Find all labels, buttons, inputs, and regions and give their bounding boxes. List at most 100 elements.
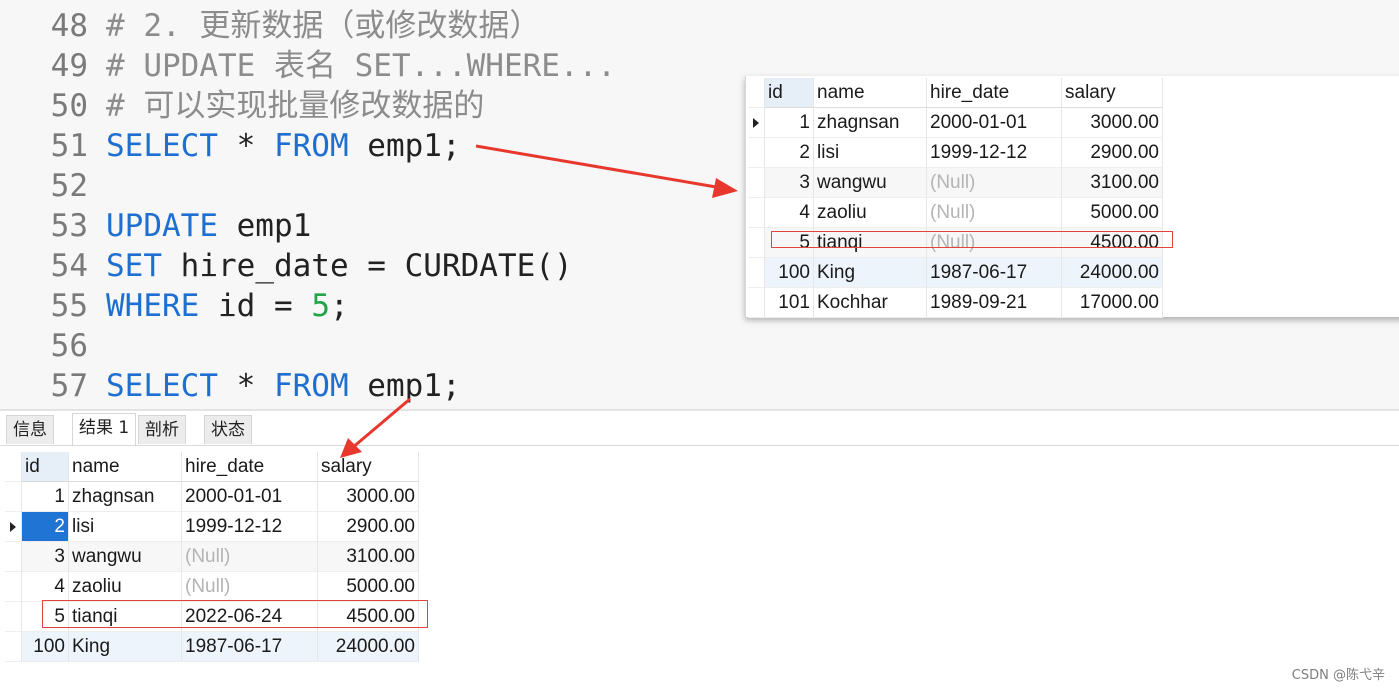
cell-name[interactable]: Kochhar bbox=[814, 288, 927, 318]
sql-keyword: SET bbox=[106, 248, 162, 284]
cell-hire-date[interactable]: 2022-06-24 bbox=[182, 602, 318, 632]
cell-name[interactable]: lisi bbox=[69, 512, 182, 542]
code-line[interactable]: 54 SET hire_date = CURDATE() bbox=[0, 246, 573, 286]
column-header-salary[interactable]: salary bbox=[1062, 78, 1163, 108]
column-header-id[interactable]: id bbox=[765, 78, 814, 108]
watermark: CSDN @陈弋辛 bbox=[1291, 668, 1385, 683]
line-number: 56 bbox=[50, 328, 88, 364]
cell-salary[interactable]: 5000.00 bbox=[318, 572, 419, 602]
cell-salary[interactable]: 2900.00 bbox=[1062, 138, 1163, 168]
code-line[interactable]: 56 bbox=[0, 326, 88, 366]
code-text[interactable]: SET hire_date = CURDATE() bbox=[106, 246, 573, 286]
cell-name[interactable]: wangwu bbox=[69, 542, 182, 572]
cell-hire-date[interactable]: (Null) bbox=[927, 228, 1062, 258]
code-line[interactable]: 53 UPDATE emp1 bbox=[0, 206, 312, 246]
cell-id[interactable]: 4 bbox=[22, 572, 69, 602]
line-number: 53 bbox=[50, 208, 88, 244]
cell-id[interactable]: 100 bbox=[22, 632, 69, 662]
cell-salary[interactable]: 5000.00 bbox=[1062, 198, 1163, 228]
cell-id[interactable]: 5 bbox=[765, 228, 814, 258]
cell-id[interactable]: 3 bbox=[765, 168, 814, 198]
sql-keyword: UPDATE bbox=[106, 208, 218, 244]
code-text[interactable]: # 可以实现批量修改数据的 bbox=[106, 86, 484, 126]
row-indicator bbox=[5, 632, 22, 662]
code-line[interactable]: 52 bbox=[0, 166, 88, 206]
tab-status[interactable]: 状态 bbox=[204, 415, 252, 444]
tab-result-1[interactable]: 结果 1 bbox=[72, 413, 137, 445]
cell-name[interactable]: zaoliu bbox=[69, 572, 182, 602]
cell-id[interactable]: 101 bbox=[765, 288, 814, 318]
cell-name[interactable]: tianqi bbox=[814, 228, 927, 258]
cell-salary[interactable]: 4500.00 bbox=[1062, 228, 1163, 258]
row-indicator bbox=[5, 482, 22, 512]
cell-id[interactable]: 1 bbox=[765, 108, 814, 138]
column-header-name[interactable]: name bbox=[69, 452, 182, 482]
column-header-salary[interactable]: salary bbox=[318, 452, 419, 482]
code-text[interactable]: # UPDATE 表名 SET...WHERE... bbox=[106, 46, 616, 86]
cell-salary[interactable]: 24000.00 bbox=[1062, 258, 1163, 288]
row-indicator bbox=[5, 512, 22, 542]
code-text[interactable]: UPDATE emp1 bbox=[106, 206, 311, 246]
cell-hire-date[interactable]: (Null) bbox=[927, 198, 1062, 228]
row-indicator bbox=[748, 198, 765, 228]
code-text[interactable]: WHERE id = 5; bbox=[106, 286, 349, 326]
sql-text: emp1 bbox=[217, 208, 312, 244]
row-indicator bbox=[748, 258, 765, 288]
column-header-hire-date[interactable]: hire_date bbox=[182, 452, 318, 482]
cell-name[interactable]: King bbox=[69, 632, 182, 662]
code-line[interactable]: 55 WHERE id = 5; bbox=[0, 286, 349, 326]
cell-name[interactable]: zaoliu bbox=[814, 198, 927, 228]
cell-salary[interactable]: 17000.00 bbox=[1062, 288, 1163, 318]
cell-hire-date[interactable]: 2000-01-01 bbox=[927, 108, 1062, 138]
cell-name[interactable]: wangwu bbox=[814, 168, 927, 198]
cell-hire-date[interactable]: 1987-06-17 bbox=[182, 632, 318, 662]
tab-info[interactable]: 信息 bbox=[6, 415, 54, 444]
sql-keyword: SELECT bbox=[106, 368, 218, 404]
sql-keyword: FROM bbox=[273, 368, 349, 404]
cell-hire-date[interactable]: 1987-06-17 bbox=[927, 258, 1062, 288]
code-line[interactable]: 48 # 2. 更新数据（或修改数据） bbox=[0, 6, 541, 46]
line-number: 49 bbox=[50, 48, 88, 84]
previous-result-grid-window: id name hire_date salary 1 zhagnsan 2000-01-01… bbox=[745, 76, 1399, 318]
code-line[interactable]: 51 SELECT * FROM emp1; bbox=[0, 126, 461, 166]
cell-name[interactable]: zhagnsan bbox=[814, 108, 927, 138]
cell-name[interactable]: zhagnsan bbox=[69, 482, 182, 512]
cell-id[interactable]: 4 bbox=[765, 198, 814, 228]
cell-id[interactable]: 100 bbox=[765, 258, 814, 288]
cell-salary[interactable]: 24000.00 bbox=[318, 632, 419, 662]
tab-profile[interactable]: 剖析 bbox=[138, 415, 186, 444]
cell-name[interactable]: lisi bbox=[814, 138, 927, 168]
cell-salary[interactable]: 4500.00 bbox=[318, 602, 419, 632]
cell-hire-date[interactable]: 1999-12-12 bbox=[927, 138, 1062, 168]
code-text[interactable]: SELECT * FROM emp1; bbox=[106, 126, 461, 166]
cell-id[interactable]: 2 bbox=[765, 138, 814, 168]
column-header-id[interactable]: id bbox=[22, 452, 69, 482]
cell-hire-date[interactable]: 1989-09-21 bbox=[927, 288, 1062, 318]
cell-id[interactable]: 1 bbox=[22, 482, 69, 512]
cell-id[interactable]: 3 bbox=[22, 542, 69, 572]
results-panel: 信息 结果 1 剖析 状态 id name hire_date salary 1 zhag… bbox=[0, 409, 1399, 693]
code-line[interactable]: 49 # UPDATE 表名 SET...WHERE... bbox=[0, 46, 616, 86]
cell-id[interactable]: 2 bbox=[22, 512, 69, 542]
line-number: 55 bbox=[50, 288, 88, 324]
code-line[interactable]: 57 SELECT * FROM emp1; bbox=[0, 366, 461, 406]
cell-name[interactable]: King bbox=[814, 258, 927, 288]
code-line[interactable]: 50 # 可以实现批量修改数据的 bbox=[0, 86, 485, 126]
cell-hire-date[interactable]: (Null) bbox=[182, 542, 318, 572]
cell-salary[interactable]: 3100.00 bbox=[318, 542, 419, 572]
code-text[interactable]: # 2. 更新数据（或修改数据） bbox=[106, 6, 540, 46]
cell-hire-date[interactable]: 2000-01-01 bbox=[182, 482, 318, 512]
code-text[interactable]: SELECT * FROM emp1; bbox=[106, 366, 461, 406]
cell-hire-date[interactable]: 1999-12-12 bbox=[182, 512, 318, 542]
cell-hire-date[interactable]: (Null) bbox=[927, 168, 1062, 198]
column-header-hire-date[interactable]: hire_date bbox=[927, 78, 1062, 108]
cell-id[interactable]: 5 bbox=[22, 602, 69, 632]
cell-salary[interactable]: 3000.00 bbox=[1062, 108, 1163, 138]
column-header-name[interactable]: name bbox=[814, 78, 927, 108]
cell-salary[interactable]: 3100.00 bbox=[1062, 168, 1163, 198]
cell-salary[interactable]: 3000.00 bbox=[318, 482, 419, 512]
sql-number: 5 bbox=[311, 288, 330, 324]
cell-name[interactable]: tianqi bbox=[69, 602, 182, 632]
cell-salary[interactable]: 2900.00 bbox=[318, 512, 419, 542]
cell-hire-date[interactable]: (Null) bbox=[182, 572, 318, 602]
